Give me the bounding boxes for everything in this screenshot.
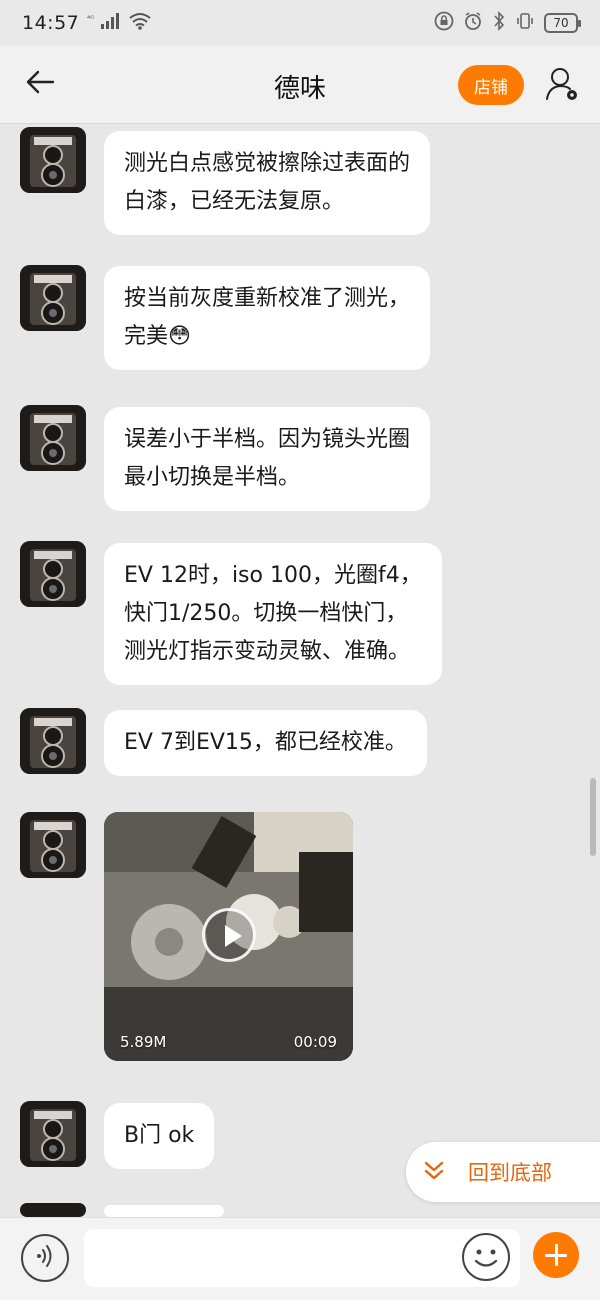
message-text: EV 7到EV15，都已经校准。 xyxy=(124,730,407,755)
voice-icon xyxy=(31,1242,59,1274)
chat-scrollbar[interactable] xyxy=(590,778,596,856)
message-text: 按当前灰度重新校准了测光， 完美😳 xyxy=(124,286,411,349)
avatar[interactable] xyxy=(20,708,86,774)
message-text: 误差小于半档。因为镜头光圈 最小切换是半档。 xyxy=(124,427,411,490)
bluetooth-icon xyxy=(492,10,506,36)
message-bubble[interactable]: EV 12时，iso 100，光圈f4， 快门1/250。切换一档快门， 测光灯… xyxy=(104,543,442,685)
message-input[interactable] xyxy=(84,1229,520,1287)
cell-signal-icon: ⁴ᴳ xyxy=(87,12,121,35)
battery-icon: 70 xyxy=(544,13,581,33)
user-settings-icon xyxy=(545,66,579,106)
message-text: B门 ok xyxy=(124,1123,195,1148)
avatar[interactable] xyxy=(20,1203,86,1217)
message-bubble[interactable] xyxy=(104,1205,224,1217)
play-button-icon[interactable] xyxy=(202,908,256,962)
video-size: 5.89M xyxy=(120,1033,167,1051)
back-to-bottom-button[interactable]: 回到底部 xyxy=(406,1142,600,1202)
message-bubble[interactable]: 测光白点感觉被擦除过表面的 白漆，已经无法复原。 xyxy=(104,131,431,235)
message-bubble[interactable]: B门 ok xyxy=(104,1103,215,1169)
status-bar: 14:57 ⁴ᴳ 70 xyxy=(0,0,600,46)
avatar[interactable] xyxy=(20,127,86,193)
emoji-icon xyxy=(474,1249,498,1267)
message-input-bar xyxy=(0,1217,600,1300)
back-to-bottom-label: 回到底部 xyxy=(468,1161,552,1185)
avatar[interactable] xyxy=(20,1101,86,1167)
back-arrow-icon xyxy=(25,70,55,98)
more-options-button[interactable] xyxy=(533,1232,579,1278)
vibrate-icon xyxy=(515,11,535,36)
message-bubble[interactable]: 按当前灰度重新校准了测光， 完美😳 xyxy=(104,266,431,370)
status-time: 14:57 xyxy=(22,12,80,34)
message-bubble[interactable]: EV 7到EV15，都已经校准。 xyxy=(104,710,427,776)
alarm-icon xyxy=(463,11,483,36)
message-text: EV 12时，iso 100，光圈f4， 快门1/250。切换一档快门， 测光灯… xyxy=(124,563,422,664)
chat-header: 德味 店铺 xyxy=(0,46,600,124)
video-duration: 00:09 xyxy=(293,1033,337,1051)
shop-button[interactable]: 店铺 xyxy=(458,65,524,105)
wifi-icon xyxy=(129,12,151,35)
message-text: 测光白点感觉被擦除过表面的 白漆，已经无法复原。 xyxy=(124,151,411,214)
lock-icon xyxy=(434,11,454,36)
profile-settings-button[interactable] xyxy=(542,66,582,106)
double-chevron-down-icon xyxy=(422,1158,446,1187)
avatar[interactable] xyxy=(20,812,86,878)
avatar[interactable] xyxy=(20,541,86,607)
battery-level: 70 xyxy=(553,16,569,30)
voice-button[interactable] xyxy=(21,1234,69,1282)
avatar[interactable] xyxy=(20,405,86,471)
network-type-label: ⁴ᴳ xyxy=(87,14,94,23)
message-bubble[interactable]: 误差小于半档。因为镜头光圈 最小切换是半档。 xyxy=(104,407,431,511)
avatar[interactable] xyxy=(20,265,86,331)
video-message[interactable]: 5.89M 00:09 xyxy=(104,812,353,1061)
chat-message-list[interactable]: 测光白点感觉被擦除过表面的 白漆，已经无法复原。 按当前灰度重新校准了测光， 完… xyxy=(0,125,600,1217)
back-button[interactable] xyxy=(20,66,60,102)
emoji-button[interactable] xyxy=(462,1233,510,1281)
